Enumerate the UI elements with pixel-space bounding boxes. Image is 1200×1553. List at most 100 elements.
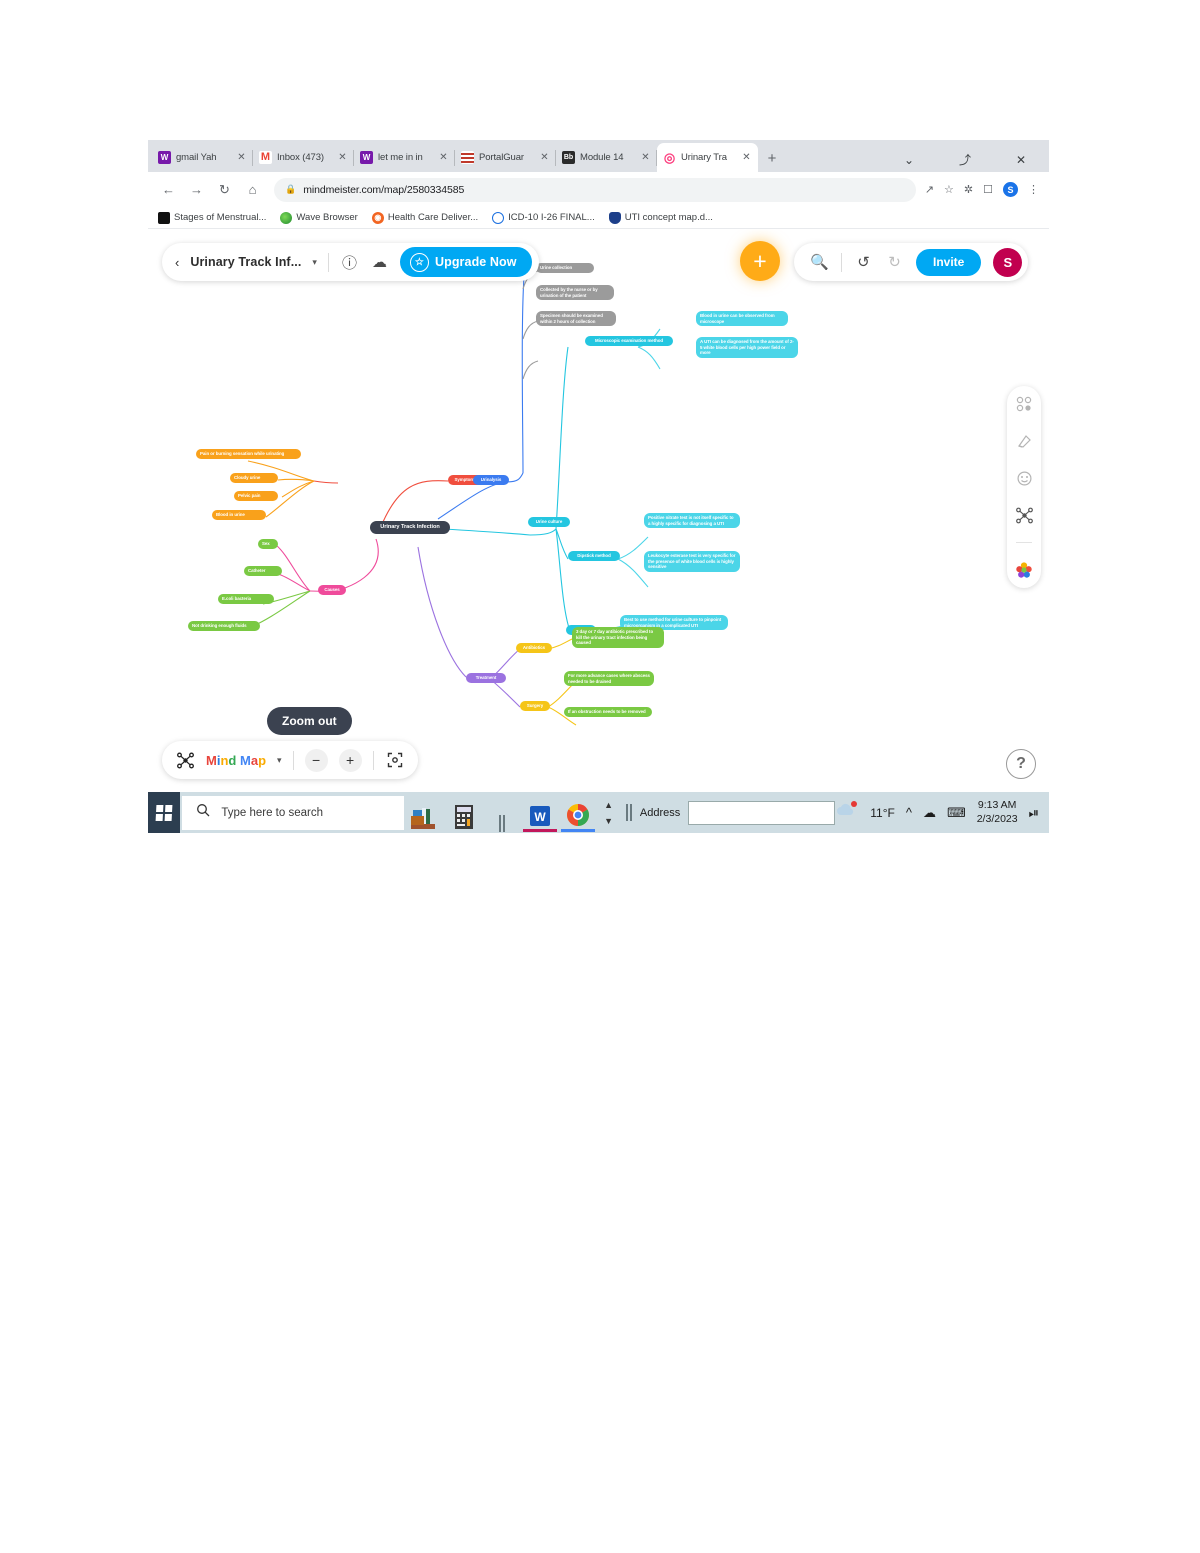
close-icon[interactable]: ✕ [236, 152, 247, 163]
bookmark-item[interactable]: ICD-10 I-26 FINAL... [492, 211, 595, 224]
address-input[interactable] [688, 800, 836, 825]
extensions-icon[interactable]: ✲ [964, 183, 973, 196]
close-window-icon[interactable]: ✕ [993, 153, 1049, 167]
word-icon[interactable]: W [523, 794, 558, 832]
mindmap-node-detail[interactable]: For more advance cases where abscess nee… [564, 671, 654, 687]
show-hidden-icons-icon[interactable]: ^ [906, 805, 912, 820]
browser-tab[interactable]: W let me in in ✕ [354, 143, 455, 172]
themes-icon[interactable] [1014, 560, 1034, 580]
scroll-up-icon[interactable]: ▲ [604, 800, 613, 810]
close-icon[interactable]: ✕ [438, 152, 449, 163]
tab-list-chevron-down-icon[interactable]: ⌄ [881, 153, 937, 167]
mindmap-root-node[interactable]: Urinary Track Infection [370, 521, 450, 535]
browser-tab-active[interactable]: ◎ Urinary Tra ✕ [657, 143, 758, 172]
restore-window-icon[interactable]: ⤴ [937, 151, 993, 168]
export-cloud-icon[interactable]: ☁ [370, 253, 389, 271]
start-button[interactable] [148, 792, 181, 833]
browser-menu-icon[interactable]: ⋮ [1028, 183, 1039, 196]
forward-icon[interactable]: → [184, 177, 209, 202]
zoom-in-button[interactable]: + [338, 748, 362, 772]
mindmap-node-symptom[interactable]: Pelvic pain [234, 491, 278, 501]
search-icon[interactable]: 🔍 [810, 253, 829, 271]
mindmap-node-cause[interactable]: E.coli bacteria [218, 594, 274, 604]
bookmark-item[interactable]: Stages of Menstrual... [158, 211, 266, 224]
info-icon[interactable]: ⓘ [340, 252, 359, 273]
back-icon[interactable]: ‹ [175, 255, 179, 270]
mindmap-node-detail[interactable]: Leukocyte esterase test is very specific… [644, 551, 740, 572]
share-icon[interactable]: ↗ [925, 183, 934, 196]
onedrive-icon[interactable]: ☁ [923, 805, 936, 821]
undo-icon[interactable]: ↺ [854, 253, 873, 271]
layout-icon[interactable] [1014, 394, 1034, 414]
chevron-down-icon[interactable]: ▾ [312, 257, 317, 268]
keyboard-icon[interactable]: ⌨ [947, 805, 966, 821]
add-node-button[interactable]: + [740, 241, 780, 281]
mindmap-node-surgery[interactable]: Surgery [520, 701, 550, 711]
close-icon[interactable]: ✕ [337, 152, 348, 163]
mindmap-branch-urinalysis[interactable]: Urinalysis [473, 475, 509, 485]
invite-button[interactable]: Invite [916, 248, 982, 276]
mindmap-node-detail[interactable]: A UTI can be diagnosed from the amount o… [696, 337, 798, 358]
emoji-icon[interactable] [1014, 468, 1034, 488]
mindmap-icon[interactable] [1014, 505, 1034, 525]
chrome-icon[interactable] [561, 794, 596, 832]
mindmap-node-symptom[interactable]: Cloudy urine [230, 473, 278, 483]
mindmap-node-urinalysis-step[interactable]: Urine collection [536, 263, 594, 273]
close-icon[interactable]: ✕ [539, 152, 550, 163]
calculator-icon[interactable] [447, 794, 481, 832]
new-tab-button[interactable]: + [758, 150, 786, 172]
cloud-icon[interactable] [835, 801, 859, 824]
notification-icon[interactable]: ⏯ [1029, 805, 1039, 821]
browser-tab[interactable]: Bb Module 14 ✕ [556, 143, 657, 172]
mindmap-node-detail[interactable]: Positive nitrate test is not itself spec… [644, 513, 740, 529]
fit-screen-icon[interactable] [385, 750, 405, 770]
pause-icon[interactable] [485, 794, 519, 832]
mindmap-branch-treatment[interactable]: Treatment [466, 673, 506, 683]
home-icon[interactable]: ⌂ [240, 177, 265, 202]
zoom-out-button[interactable]: − [304, 748, 328, 772]
upgrade-now-button[interactable]: ☆ Upgrade Now [399, 247, 532, 277]
taskbar-search[interactable]: Type here to search [182, 795, 405, 830]
star-icon[interactable]: ☆ [944, 183, 954, 196]
scroll-down-icon[interactable]: ▼ [604, 816, 613, 826]
sidepanel-icon[interactable]: ☐ [983, 183, 993, 196]
chevron-down-icon[interactable]: ▾ [277, 755, 282, 766]
mindmap-node-dipstick-method[interactable]: Dipstick method [568, 551, 620, 561]
close-icon[interactable]: ✕ [741, 152, 752, 163]
browser-tab[interactable]: W gmail Yah ✕ [152, 143, 253, 172]
bookmark-item[interactable]: ◉ Health Care Deliver... [371, 211, 478, 224]
user-avatar[interactable]: S [993, 247, 1023, 277]
bookmark-item[interactable]: Wave Browser [280, 211, 358, 224]
toolbar-grip[interactable] [625, 804, 632, 821]
mindmap-node-cause[interactable]: Not drinking enough fluids [188, 621, 260, 631]
help-button[interactable]: ? [1006, 749, 1036, 779]
map-title[interactable]: Urinary Track Inf... [190, 255, 301, 269]
address-bar[interactable]: 🔒 mindmeister.com/map/2580334585 [274, 177, 916, 202]
map-mode-label[interactable]: Mind Map [206, 753, 266, 768]
profile-avatar[interactable]: S [1003, 182, 1018, 197]
mindmap-node-urinalysis-step[interactable]: Specimen should be examined within 2 hou… [536, 311, 616, 327]
mindmap-branch-urine-culture[interactable]: Urine culture [528, 517, 570, 527]
close-icon[interactable]: ✕ [640, 152, 651, 163]
mindmap-node-detail[interactable]: 3 day or 7 day antibiotic prescribed to … [572, 627, 664, 648]
mindmap-node-cause[interactable]: Sex [258, 539, 278, 549]
mindmap-node-microscopic-method[interactable]: Microscopic examination method [585, 336, 673, 346]
reload-icon[interactable]: ↻ [212, 177, 237, 202]
scroll-arrows[interactable]: ▲ ▼ [601, 800, 616, 826]
browser-tab[interactable]: M Inbox (473) ✕ [253, 143, 354, 172]
style-icon[interactable] [1014, 431, 1034, 451]
bookmark-item[interactable]: UTI concept map.d... [608, 211, 713, 224]
mindmap-node-urinalysis-step[interactable]: Collected by the nurse or by urination o… [536, 285, 614, 301]
redo-icon[interactable]: ↻ [885, 253, 904, 271]
mindmap-branch-causes[interactable]: Causes [318, 585, 346, 595]
back-icon[interactable]: ← [156, 177, 181, 202]
mindmap-node-symptom[interactable]: Blood in urine [212, 510, 266, 520]
mindmap-node-detail[interactable]: If an obstruction needs to be removed [564, 707, 652, 717]
mindmap-node-detail[interactable]: Blood in urine can be observed from micr… [696, 311, 788, 327]
mindmap-node-cause[interactable]: Catheter [244, 566, 282, 576]
clock[interactable]: 9:13 AM 2/3/2023 [977, 799, 1018, 825]
mindmap-node-symptom[interactable]: Pain or burning sensation while urinatin… [196, 449, 301, 459]
mindmap-node-antibiotics[interactable]: Antibiotics [516, 643, 552, 653]
mindmap-icon[interactable] [175, 750, 195, 770]
files-icon[interactable] [409, 794, 443, 832]
